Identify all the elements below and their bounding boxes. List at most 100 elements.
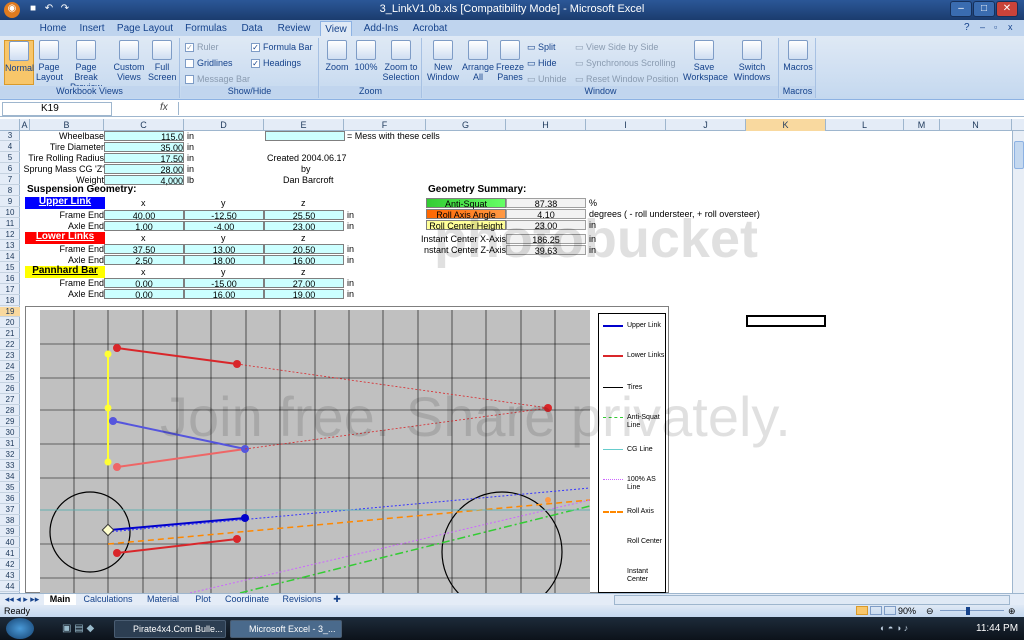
pannhard-frame-x[interactable]: 0.00 [104,278,184,289]
col-header[interactable]: B [30,119,104,131]
zoom-out-icon[interactable]: ⊖ [926,605,934,617]
col-header[interactable]: F [344,119,426,131]
row-header[interactable]: 18 [0,296,20,306]
horizontal-scrollbar[interactable] [614,595,1010,605]
col-header[interactable]: H [506,119,586,131]
close-button[interactable]: ✕ [996,1,1018,17]
row-header[interactable]: 4 [0,142,20,152]
col-header[interactable]: G [426,119,506,131]
upper-frame-x[interactable]: 40.00 [104,210,184,221]
pannhard-axle-y[interactable]: 16.00 [184,289,264,300]
fx-icon[interactable]: fx [160,102,168,113]
zoom-in-icon[interactable]: ⊕ [1008,605,1016,617]
pannhard-frame-y[interactable]: -15.00 [184,278,264,289]
tab-insert[interactable]: Insert [72,21,112,36]
col-header[interactable]: M [904,119,940,131]
row-header[interactable]: 17 [0,285,20,295]
zoom-slider[interactable] [940,610,1004,611]
page-break-preview-button[interactable]: Page Break Preview [64,40,108,92]
row-header[interactable]: 12 [0,230,20,240]
gridlines-checkbox[interactable]: Gridlines [185,58,233,69]
row-header[interactable]: 26 [0,384,20,394]
save-workspace-button[interactable]: Save Workspace [683,40,728,82]
lower-axle-y[interactable]: 18.00 [184,255,264,266]
row-header[interactable]: 39 [0,527,20,537]
row-header[interactable]: 31 [0,439,20,449]
normal-view-button[interactable]: Normal [4,40,34,85]
doc-minimize-icon[interactable]: – [980,22,985,32]
row-header[interactable]: 24 [0,362,20,372]
col-header[interactable]: I [586,119,666,131]
lower-axle-x[interactable]: 2.50 [104,255,184,266]
lower-frame-x[interactable]: 37.50 [104,244,184,255]
zoom-slider-thumb[interactable] [966,607,970,615]
zoom-button[interactable]: Zoom [324,40,350,72]
formula-input[interactable] [178,102,1014,115]
row-header[interactable]: 7 [0,175,20,185]
tab-data[interactable]: Data [236,21,268,36]
col-header[interactable]: L [826,119,904,131]
reset-window-position-button[interactable]: ▭ Reset Window Position [575,74,679,85]
row-header[interactable]: 15 [0,263,20,273]
row-header[interactable]: 5 [0,153,20,163]
tab-review[interactable]: Review [272,21,316,36]
normal-view-status-icon[interactable] [856,606,868,615]
row-header[interactable]: 42 [0,560,20,570]
row-header[interactable]: 37 [0,505,20,515]
selected-cell-k19[interactable] [746,315,826,327]
custom-views-button[interactable]: Custom Views [112,40,146,82]
row-header[interactable]: 30 [0,428,20,438]
row-header[interactable]: 29 [0,417,20,427]
zoom-100-button[interactable]: 100% [352,40,380,72]
arrange-all-button[interactable]: Arrange All [461,40,495,82]
tab-formulas[interactable]: Formulas [178,21,234,36]
upper-axle-x[interactable]: 1.00 [104,221,184,232]
row-header[interactable]: 43 [0,571,20,581]
upper-frame-y[interactable]: -12.50 [184,210,264,221]
tire-diameter-input[interactable]: 35.00 [104,142,184,153]
tab-add-ins[interactable]: Add-Ins [358,21,404,36]
formula-bar-checkbox[interactable]: ✓ Formula Bar [251,42,313,53]
new-window-button[interactable]: New Window [425,40,461,82]
macros-button[interactable]: Macros [782,40,814,72]
freeze-panes-button[interactable]: Freeze Panes [495,40,525,82]
col-header[interactable]: C [104,119,184,131]
quick-launch-icons[interactable]: ▣ ▤ ◆ [62,623,94,634]
row-header[interactable]: 40 [0,538,20,548]
col-header-selected[interactable]: K [746,119,826,131]
view-side-by-side-button[interactable]: ▭ View Side by Side [575,42,658,53]
upper-axle-z[interactable]: 23.00 [264,221,344,232]
help-icon[interactable]: ? [964,22,970,33]
headings-checkbox[interactable]: ✓ Headings [251,58,301,69]
tab-home[interactable]: Home [34,21,72,36]
lower-frame-y[interactable]: 13.00 [184,244,264,255]
unhide-button[interactable]: ▭ Unhide [527,74,567,85]
col-header[interactable]: A [20,119,30,131]
tab-acrobat[interactable]: Acrobat [408,21,452,36]
row-header[interactable]: 41 [0,549,20,559]
minimize-button[interactable]: – [950,1,972,17]
row-header[interactable]: 35 [0,483,20,493]
row-header[interactable]: 32 [0,450,20,460]
switch-windows-button[interactable]: Switch Windows [729,40,775,82]
tray-icons[interactable]: ◐ ◓ ◑ ♪ [880,623,908,633]
row-header[interactable]: 9 [0,197,20,207]
name-box[interactable]: K19 [2,102,112,116]
row-header[interactable]: 33 [0,461,20,471]
row-header[interactable]: 36 [0,494,20,504]
row-header[interactable]: 44 [0,582,20,592]
upper-axle-y[interactable]: -4.00 [184,221,264,232]
taskbar-item-excel[interactable]: Microsoft Excel - 3_... [230,620,342,638]
full-screen-button[interactable]: Full Screen [148,40,177,82]
row-header[interactable]: 38 [0,516,20,526]
row-header[interactable]: 28 [0,406,20,416]
row-header[interactable]: 27 [0,395,20,405]
doc-close-icon[interactable]: x [1008,22,1013,32]
zoom-level[interactable]: 90% [898,605,916,617]
wheelbase-input[interactable]: 115.0 [104,131,184,142]
doc-restore-icon[interactable]: ▫ [994,22,997,32]
row-header[interactable]: 6 [0,164,20,174]
col-header[interactable]: E [264,119,344,131]
row-header[interactable]: 23 [0,351,20,361]
scroll-thumb[interactable] [1014,141,1024,169]
